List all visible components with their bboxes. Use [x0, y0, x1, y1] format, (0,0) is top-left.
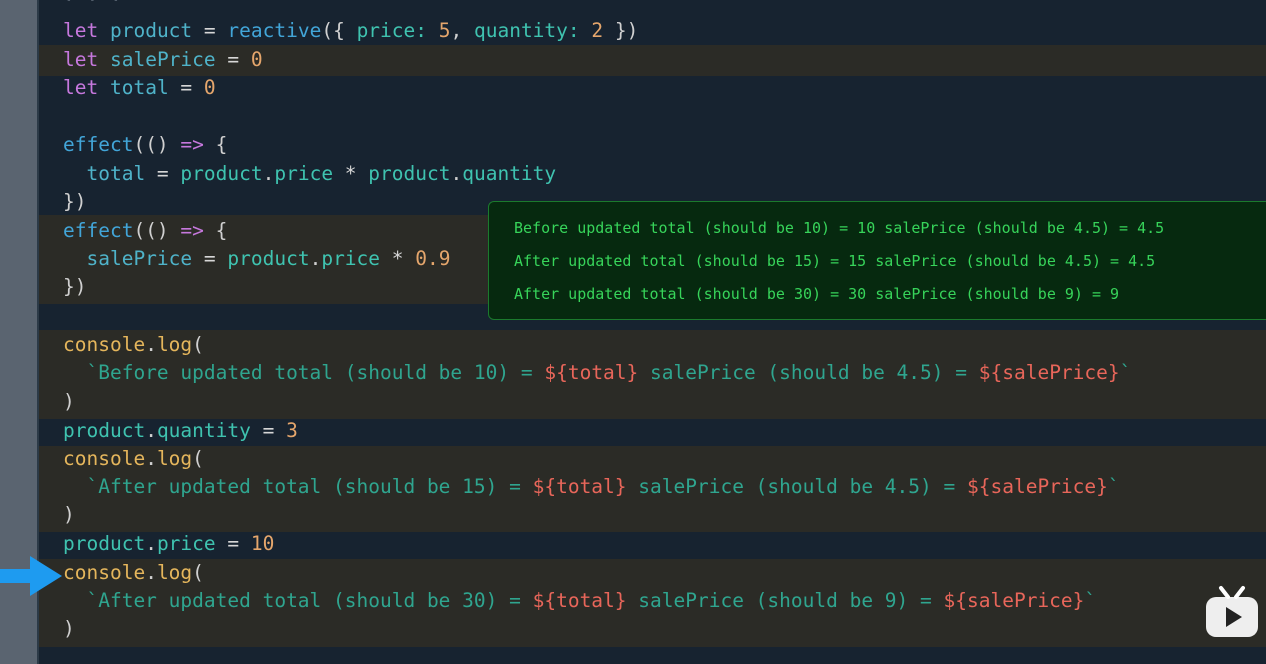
- code-line-total-assign: total = product.price * product.quantity: [86, 162, 557, 185]
- code-editor[interactable]: · · · let product = reactive({ price: 5,…: [39, 0, 1266, 664]
- code-line-3: let total = 0: [63, 76, 216, 99]
- code-line-effect1: effect(() => {: [63, 133, 228, 156]
- code-line-log1-close: ): [63, 390, 75, 413]
- code-line-log3-template: `After updated total (should be 30) = ${…: [86, 589, 1097, 612]
- code-line-price-assign: product.price = 10: [63, 532, 275, 555]
- console-output-panel: Before updated total (should be 10) = 10…: [488, 201, 1266, 320]
- code-line-log1-open: console.log(: [63, 333, 204, 356]
- code-line-log3-close: ): [63, 617, 75, 640]
- arrow-right-icon: [0, 556, 62, 596]
- code-line-1: let product = reactive({ price: 5, quant…: [63, 19, 639, 42]
- code-line-log2-open: console.log(: [63, 447, 204, 470]
- console-line-3: After updated total (should be 30) = 30 …: [514, 285, 1120, 303]
- code-line-log3-open: console.log(: [63, 561, 204, 584]
- console-line-1: Before updated total (should be 10) = 10…: [514, 219, 1165, 237]
- console-line-2: After updated total (should be 15) = 15 …: [514, 252, 1156, 270]
- code-line-ellipsis: · · ·: [39, 0, 1266, 15]
- code-line-log2-close: ): [63, 503, 75, 526]
- bilibili-tv-icon: [1206, 586, 1258, 637]
- code-line-log1-template: `Before updated total (should be 10) = $…: [86, 361, 1132, 384]
- code-line-2: let salePrice = 0: [63, 48, 263, 71]
- code-line-quantity-assign: product.quantity = 3: [63, 419, 298, 442]
- code-line-log2-template: `After updated total (should be 15) = ${…: [86, 475, 1120, 498]
